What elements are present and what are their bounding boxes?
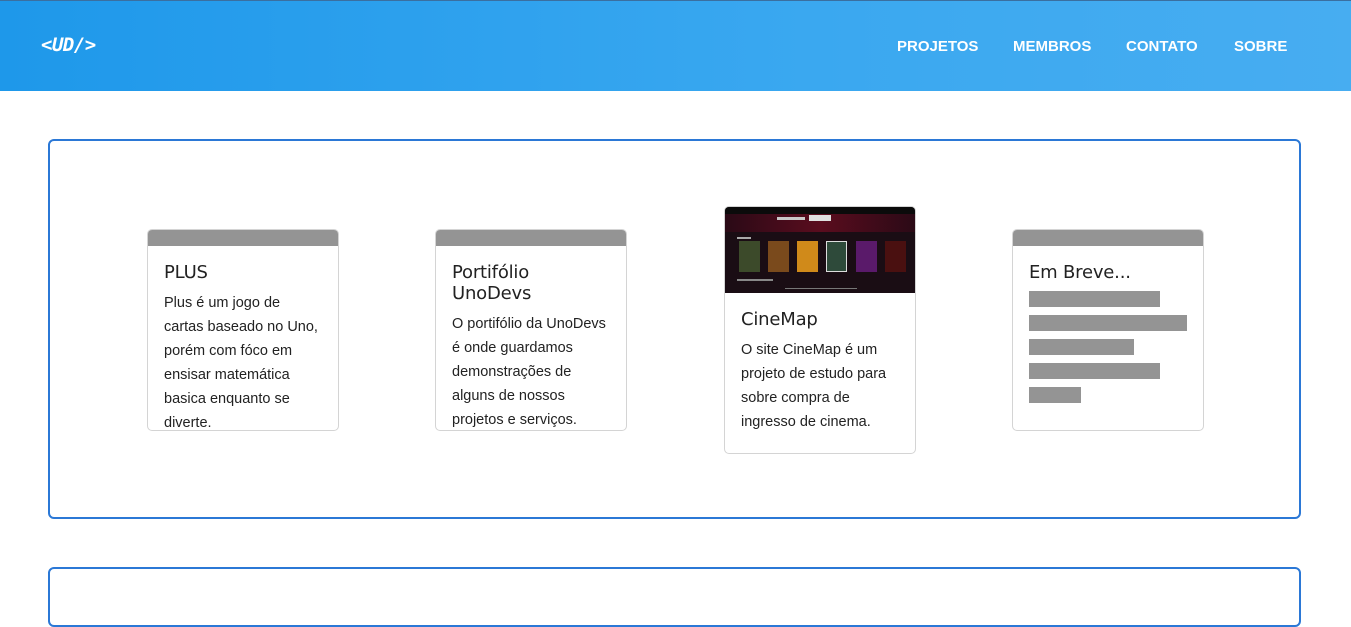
card-description: O portifólio da UnoDevs é onde guardamos… — [452, 316, 606, 428]
card-title: CineMap — [741, 309, 818, 330]
text-placeholder-line — [1029, 387, 1081, 403]
card-title: Em Breve... — [1029, 262, 1131, 283]
project-card-coming-soon[interactable]: Em Breve... — [1012, 229, 1204, 431]
header-navbar: <UD/> PROJETOS MEMBROS CONTATO SOBRE — [0, 0, 1351, 91]
nav-membros[interactable]: MEMBROS — [1013, 38, 1091, 55]
card-body: Portifólio UnoDevs O portifólio da UnoDe… — [436, 246, 626, 430]
card-body: PLUS Plus é um jogo de cartas baseado no… — [148, 246, 338, 431]
card-description: O site CineMap é um projeto de estudo pa… — [741, 342, 887, 430]
card-image-placeholder — [148, 230, 338, 246]
card-title: Portifólio UnoDevs — [452, 262, 532, 304]
text-placeholder-line — [1029, 339, 1134, 355]
main-nav: PROJETOS MEMBROS CONTATO SOBRE — [0, 38, 1351, 58]
next-section — [48, 567, 1301, 627]
nav-projetos[interactable]: PROJETOS — [897, 38, 978, 55]
card-description: Plus é um jogo de cartas baseado no Uno,… — [164, 295, 318, 431]
project-card-portfolio[interactable]: Portifólio UnoDevs O portifólio da UnoDe… — [435, 229, 627, 431]
text-placeholder-line — [1029, 315, 1187, 331]
text-placeholder-line — [1029, 291, 1160, 307]
card-image-placeholder — [436, 230, 626, 246]
projects-section: PLUS Plus é um jogo de cartas baseado no… — [48, 139, 1301, 519]
project-card-cinemap[interactable]: CineMap O site CineMap é um projeto de e… — [724, 206, 916, 454]
cinemap-thumbnail-image — [725, 207, 915, 293]
nav-contato[interactable]: CONTATO — [1126, 38, 1198, 55]
card-body: CineMap O site CineMap é um projeto de e… — [725, 293, 915, 452]
text-placeholder-line — [1029, 363, 1160, 379]
card-body: Em Breve... — [1013, 246, 1203, 429]
nav-sobre[interactable]: SOBRE — [1234, 38, 1287, 55]
card-title: PLUS — [164, 262, 208, 283]
project-card-plus[interactable]: PLUS Plus é um jogo de cartas baseado no… — [147, 229, 339, 431]
card-image-placeholder — [1013, 230, 1203, 246]
